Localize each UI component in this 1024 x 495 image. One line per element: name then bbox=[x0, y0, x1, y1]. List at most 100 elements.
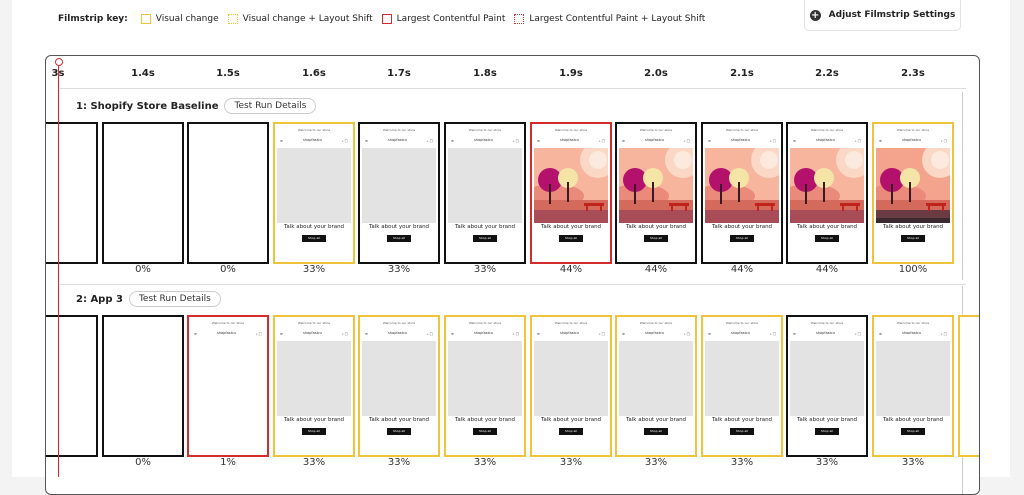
search-cart-icon: ⌕ □ bbox=[341, 139, 348, 143]
announcement-bar: Welcome to our store bbox=[554, 321, 588, 325]
filmstrip-frame-thumb[interactable]: Welcome to our store ≡ ⌕ □ shopfastcu Talk a… bbox=[530, 122, 612, 264]
shop-all-button: Shop all bbox=[644, 428, 668, 435]
visual-progress-label: 33% bbox=[302, 264, 326, 275]
filmstrip-frame-thumb[interactable]: Welcome to our store ≡ ⌕ □ shopfastcu Talk a… bbox=[786, 122, 868, 264]
filmstrip-frame-thumb[interactable]: Welcome to our store ≡ ⌕ □ shopfastcu Talk a… bbox=[444, 315, 526, 457]
page-preview: Welcome to our store ≡ ⌕ □ shopfastcu Talk a… bbox=[448, 319, 522, 453]
hero-area bbox=[876, 148, 950, 223]
visual-progress-label: 33% bbox=[387, 264, 411, 275]
visual-progress-label: 33% bbox=[815, 457, 839, 468]
time-label: 2.2s bbox=[815, 68, 839, 79]
shop-all-button: Shop all bbox=[815, 428, 839, 435]
hero-image bbox=[705, 148, 779, 223]
hero-area bbox=[277, 148, 351, 223]
filmstrip-frame-thumb[interactable]: Welcome to our store ≡ ⌕ □ shopfastcu Talk a… bbox=[273, 122, 355, 264]
visual-progress-label: 33% bbox=[901, 457, 925, 468]
visual-change-swatch bbox=[140, 14, 151, 24]
announcement-bar: Welcome to our store bbox=[896, 128, 930, 132]
search-cart-icon: ⌕ □ bbox=[598, 139, 605, 143]
hero-image bbox=[790, 148, 864, 223]
store-brand: shopfastcu bbox=[902, 138, 922, 142]
filmstrip-frame-thumb-partial[interactable] bbox=[958, 315, 979, 457]
filmstrip-frame-thumb[interactable] bbox=[46, 122, 98, 264]
brand-tagline: Talk about your brand bbox=[540, 417, 602, 423]
time-label: 2.1s bbox=[730, 68, 754, 79]
menu-icon: ≡ bbox=[879, 332, 882, 336]
store-brand: shopfastcu bbox=[388, 138, 408, 142]
hero-image bbox=[619, 148, 693, 223]
shop-all-button: Shop all bbox=[730, 235, 754, 242]
brand-tagline: Talk about your brand bbox=[882, 417, 944, 423]
page-preview: Welcome to our store ≡ ⌕ □ shopfastcu Talk a… bbox=[277, 126, 351, 260]
filmstrip-frame-thumb[interactable]: Welcome to our store ≡ ⌕ □ shopfastcu Talk a… bbox=[615, 315, 697, 457]
menu-icon: ≡ bbox=[879, 139, 882, 143]
announcement-bar: Welcome to our store bbox=[810, 128, 844, 132]
brand-tagline: Talk about your brand bbox=[882, 224, 944, 230]
visual-progress-label: 100% bbox=[898, 264, 928, 275]
filmstrip-frame-thumb[interactable]: Welcome to our store ≡ ⌕ □ shopfastcu Talk a… bbox=[358, 122, 440, 264]
filmstrip-frame-thumb[interactable]: Welcome to our store ≡ ⌕ □ shopfastcu Talk a… bbox=[530, 315, 612, 457]
filmstrip-frame-thumb[interactable]: Welcome to our store ≡ ⌕ □ shopfastcu Talk a… bbox=[615, 122, 697, 264]
brand-tagline: Talk about your brand bbox=[711, 417, 773, 423]
shop-all-button: Shop all bbox=[815, 235, 839, 242]
brand-tagline: Talk about your brand bbox=[796, 417, 858, 423]
filmstrip-frame-thumb[interactable]: Welcome to our store ≡ ⌕ □ shopfastcu bbox=[187, 315, 269, 457]
shop-all-button: Shop all bbox=[387, 428, 411, 435]
filmstrip-frame-thumb[interactable]: Welcome to our store ≡ ⌕ □ shopfastcu Talk a… bbox=[872, 315, 954, 457]
filmstrip-frame-thumb[interactable] bbox=[46, 315, 98, 457]
visual-progress-label: 33% bbox=[473, 264, 497, 275]
search-cart-icon: ⌕ □ bbox=[769, 139, 776, 143]
filmstrip-frame-thumb[interactable]: Welcome to our store ≡ ⌕ □ shopfastcu Talk a… bbox=[273, 315, 355, 457]
hero-area bbox=[790, 341, 864, 416]
filmstrip-frame: 3s 1.4s 1.5s 1.6s 1.7s 1.8s 1.9s 2.0s 2.1s 2.2s 2.… bbox=[45, 55, 980, 495]
filmstrip-frame-thumb[interactable]: Welcome to our store ≡ ⌕ □ shopfastcu Talk a… bbox=[872, 122, 954, 264]
visual-progress-label: 33% bbox=[730, 457, 754, 468]
filmstrip-frame-thumb[interactable] bbox=[102, 122, 184, 264]
filmstrip-frame-thumb[interactable] bbox=[102, 315, 184, 457]
visual-progress-label: 0% bbox=[135, 264, 151, 275]
adjust-filmstrip-settings-button[interactable]: + Adjust Filmstrip Settings bbox=[804, 0, 961, 31]
page-preview: Welcome to our store ≡ ⌕ □ shopfastcu Talk a… bbox=[362, 126, 436, 260]
visual-progress-label: 44% bbox=[559, 264, 583, 275]
store-brand: shopfastcu bbox=[388, 331, 408, 335]
filmstrip-frame-thumb[interactable]: Welcome to our store ≡ ⌕ □ shopfastcu Talk a… bbox=[444, 122, 526, 264]
page-preview bbox=[106, 126, 180, 260]
filmstrip-frame-thumb[interactable] bbox=[187, 122, 269, 264]
hero-area bbox=[619, 341, 693, 416]
visual-progress-label: 33% bbox=[644, 457, 668, 468]
row-1-test-run-details-button[interactable]: Test Run Details bbox=[224, 98, 317, 114]
filmstrip-frame-thumb[interactable]: Welcome to our store ≡ ⌕ □ shopfastcu Talk a… bbox=[786, 315, 868, 457]
page-preview bbox=[46, 126, 94, 260]
filmstrip-frame-thumb[interactable]: Welcome to our store ≡ ⌕ □ shopfastcu Talk a… bbox=[701, 315, 783, 457]
search-cart-icon: ⌕ □ bbox=[769, 332, 776, 336]
filmstrip-frame-thumb[interactable]: Welcome to our store ≡ ⌕ □ shopfastcu Talk a… bbox=[358, 315, 440, 457]
shop-all-button: Shop all bbox=[901, 235, 925, 242]
hero-area bbox=[790, 148, 864, 223]
hero-image bbox=[876, 148, 950, 223]
announcement-bar: Welcome to our store bbox=[468, 321, 502, 325]
brand-tagline: Talk about your brand bbox=[625, 224, 687, 230]
menu-icon: ≡ bbox=[365, 332, 368, 336]
announcement-bar: Welcome to our store bbox=[297, 128, 331, 132]
page-preview: Welcome to our store ≡ ⌕ □ shopfastcu Talk a… bbox=[448, 126, 522, 260]
time-label: 2.0s bbox=[644, 68, 668, 79]
search-cart-icon: ⌕ □ bbox=[940, 139, 947, 143]
search-cart-icon: ⌕ □ bbox=[854, 332, 861, 336]
hero-area bbox=[619, 148, 693, 223]
shop-all-button: Shop all bbox=[302, 428, 326, 435]
search-cart-icon: ⌕ □ bbox=[940, 332, 947, 336]
filmstrip-frame-thumb[interactable]: Welcome to our store ≡ ⌕ □ shopfastcu Talk a… bbox=[701, 122, 783, 264]
timeline-cursor-handle[interactable] bbox=[55, 58, 63, 66]
page-preview: Welcome to our store ≡ ⌕ □ shopfastcu Talk a… bbox=[277, 319, 351, 453]
shop-all-button: Shop all bbox=[730, 428, 754, 435]
row-2-test-run-details-button[interactable]: Test Run Details bbox=[128, 291, 221, 307]
store-brand: shopfastcu bbox=[217, 331, 237, 335]
page-preview: Welcome to our store ≡ ⌕ □ shopfastcu Talk a… bbox=[705, 126, 779, 260]
store-brand: shopfastcu bbox=[474, 138, 494, 142]
menu-icon: ≡ bbox=[537, 332, 540, 336]
menu-icon: ≡ bbox=[280, 332, 283, 336]
menu-icon: ≡ bbox=[793, 332, 796, 336]
brand-tagline: Talk about your brand bbox=[796, 224, 858, 230]
hero-area bbox=[277, 341, 351, 416]
hero-area bbox=[705, 341, 779, 416]
